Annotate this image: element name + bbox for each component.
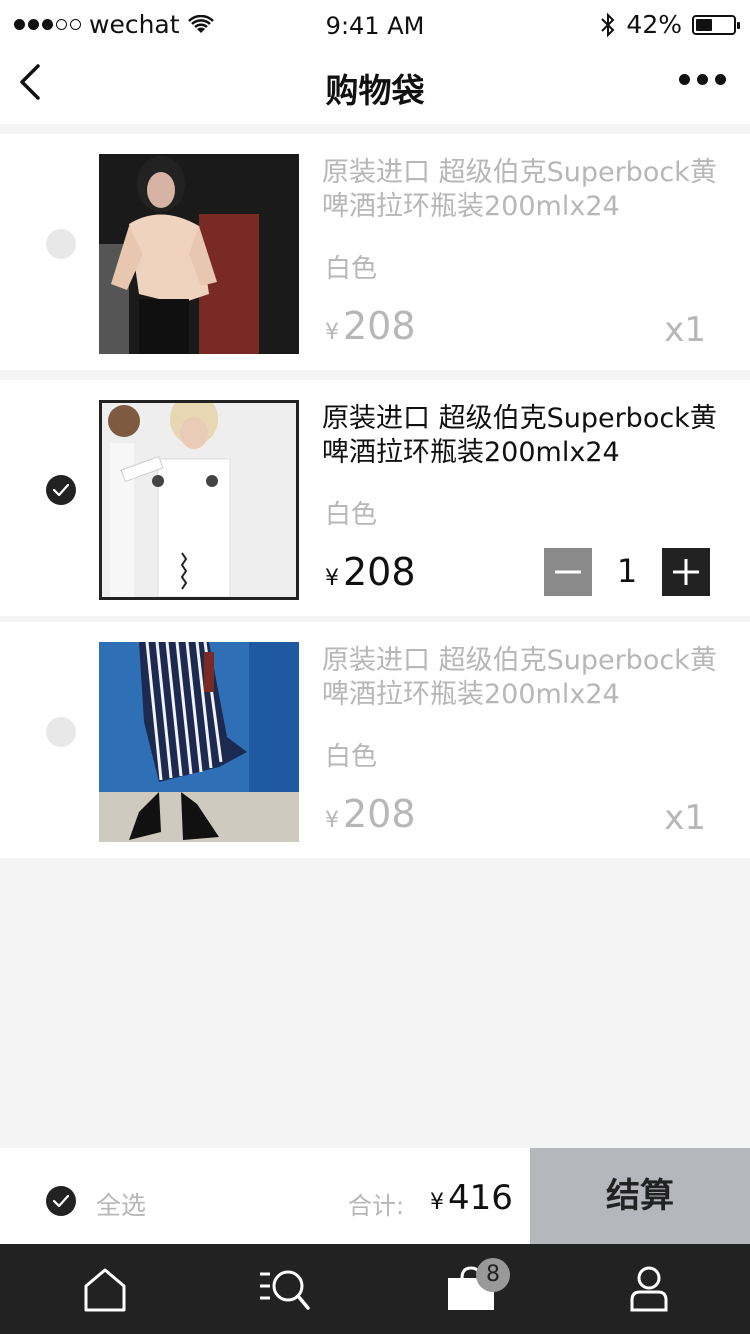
product-title[interactable]: 原装进口 超级伯克Superbock黄啤酒拉环瓶装200mlx24 xyxy=(322,156,722,224)
price-value: 208 xyxy=(343,550,416,594)
product-color: 白色 xyxy=(325,742,378,772)
product-image[interactable] xyxy=(99,642,299,842)
quantity-value[interactable]: 1 xyxy=(592,552,662,590)
checkmark-icon xyxy=(52,483,70,497)
bluetooth-icon xyxy=(601,12,615,37)
select-item-radio[interactable] xyxy=(46,475,76,505)
currency-symbol: ¥ xyxy=(325,566,339,591)
plus-icon xyxy=(673,559,699,585)
product-price: ¥208 xyxy=(325,550,416,594)
product-price: ¥208 xyxy=(325,304,416,348)
cart-item: 原装进口 超级伯克Superbock黄啤酒拉环瓶装200mlx24 白色 ¥20… xyxy=(0,622,750,858)
product-color: 白色 xyxy=(325,254,378,284)
more-button[interactable] xyxy=(679,74,726,85)
increase-quantity-button[interactable] xyxy=(662,548,710,596)
product-quantity: x1 xyxy=(664,798,706,838)
tab-bar: 8 xyxy=(0,1244,750,1334)
price-value: 208 xyxy=(343,304,416,348)
home-icon xyxy=(84,1268,126,1312)
product-quantity: x1 xyxy=(664,310,706,350)
product-color: 白色 xyxy=(325,500,378,530)
decrease-quantity-button[interactable] xyxy=(544,548,592,596)
product-title[interactable]: 原装进口 超级伯克Superbock黄啤酒拉环瓶装200mlx24 xyxy=(322,402,722,470)
cart-item: 原装进口 超级伯克Superbock黄啤酒拉环瓶装200mlx24 白色 ¥20… xyxy=(0,134,750,370)
battery-icon xyxy=(692,14,740,35)
checkout-bar: 全选 合计: ¥416 结算 xyxy=(0,1148,750,1244)
tab-profile[interactable] xyxy=(624,1264,684,1318)
checkmark-icon xyxy=(52,1194,70,1208)
product-title[interactable]: 原装进口 超级伯克Superbock黄啤酒拉环瓶装200mlx24 xyxy=(322,644,722,712)
total-amount: ¥416 xyxy=(430,1178,513,1218)
minus-icon xyxy=(555,570,581,574)
quantity-stepper: 1 xyxy=(544,548,710,596)
checkout-button[interactable]: 结算 xyxy=(530,1148,750,1244)
nav-bar: 购物袋 xyxy=(0,50,750,124)
product-image[interactable] xyxy=(99,154,299,354)
tab-search[interactable] xyxy=(256,1264,316,1318)
status-bar: wechat 9:41 AM 42% xyxy=(0,0,750,50)
cart-item: 原装进口 超级伯克Superbock黄啤酒拉环瓶装200mlx24 白色 ¥20… xyxy=(0,380,750,616)
currency-symbol: ¥ xyxy=(430,1190,444,1215)
select-item-radio[interactable] xyxy=(46,229,76,259)
search-list-icon xyxy=(260,1270,310,1310)
select-all-radio[interactable] xyxy=(46,1186,76,1216)
cart-count-badge: 8 xyxy=(476,1258,510,1292)
profile-icon xyxy=(630,1266,668,1312)
tab-home[interactable] xyxy=(80,1264,140,1318)
more-dots-icon xyxy=(679,74,690,85)
page-title: 购物袋 xyxy=(325,71,425,110)
total-label: 合计: xyxy=(348,1192,405,1220)
product-price: ¥208 xyxy=(325,792,416,836)
select-all-label[interactable]: 全选 xyxy=(96,1186,146,1222)
currency-symbol: ¥ xyxy=(325,808,339,833)
select-item-radio[interactable] xyxy=(46,717,76,747)
battery-percent: 42% xyxy=(626,10,682,39)
total-value: 416 xyxy=(448,1178,513,1218)
status-right: 42% xyxy=(600,10,740,39)
currency-symbol: ¥ xyxy=(325,320,339,345)
tab-bag[interactable]: 8 xyxy=(446,1258,510,1318)
price-value: 208 xyxy=(343,792,416,836)
product-image[interactable] xyxy=(99,400,299,600)
